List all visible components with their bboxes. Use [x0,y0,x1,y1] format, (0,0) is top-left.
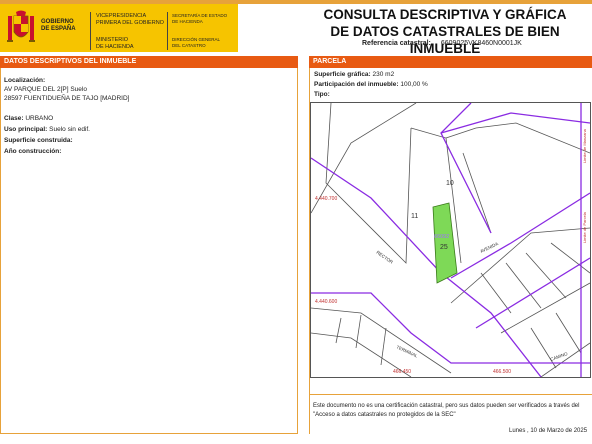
page-title: CONSULTA DESCRIPTIVA Y GRÁFICA DE DATOS … [323,7,567,56]
legend-2: Limite de Parcela [582,211,587,243]
document-page: GOBIERNO DE ESPAÑA VICEPRESIDENCIA PRIME… [0,0,592,444]
label-street4: TERMINAL [396,344,419,358]
direccion-text: DIRECCIÓN GENERAL DEL CATASTRO [172,37,221,48]
parcel-highlight [432,202,458,284]
legend-1: Limite de Manzana [582,128,587,163]
label-10: 10 [446,180,454,187]
cadastral-map[interactable]: 11 10 25 66092 4.440.700 4.440.600 466.4… [310,102,591,378]
label-code4: 466.500 [493,369,511,375]
coat-of-arms-icon [7,10,35,42]
referencia-catastral: Referencia catastral: 6609025VK8460N0001J… [362,40,522,47]
label-11: 11 [411,213,418,220]
localizacion-line2: 28597 FUENTIDUEÑA DE TAJO [MADRID] [4,95,130,102]
participacion-field: Participación del inmueble: 100,00 % [314,81,428,88]
label-code2: 4.440.600 [315,299,337,305]
section-header-parcela: PARCELA [309,56,592,68]
clase-field: Clase: URBANO [4,115,54,122]
section-header-datos: DATOS DESCRIPTIVOS DEL INMUEBLE [0,56,298,68]
ref-value: 6609025VK8460N0001JK [440,40,522,47]
superficie-grafica-field: Superficie gráfica: 230 m2 [314,71,395,78]
document-date: Lunes , 10 de Marzo de 2025 [509,428,588,434]
vicepresidencia-text: VICEPRESIDENCIA PRIMERA DEL GOBIERNO [96,13,164,26]
superficie-field: Superficie construida: [4,137,73,144]
superficie-grafica-value: 230 m2 [372,71,395,78]
label-street2: RECTOR [375,250,394,265]
label-code1: 4.440.700 [315,196,337,202]
ref-label: Referencia catastral: [362,40,431,47]
map-drawing: 11 10 25 66092 4.440.700 4.440.600 466.4… [311,103,590,377]
ministerio-text: MINISTERIO DE HACIENDA [96,37,134,50]
secretaria-text: SECRETARÍA DE ESTADO DE HACIENDA [172,13,228,24]
label-parcel: 66092 [434,234,449,240]
clase-value: URBANO [25,115,54,122]
divider [167,12,168,50]
uso-field: Uso principal: Suelo sin edif. [4,126,90,133]
disclaimer-note: Este documento no es una certificación c… [313,403,580,418]
label-code3: 466.450 [393,369,411,375]
divider [90,12,91,50]
participacion-value: 100,00 % [400,81,428,88]
tipo-field: Tipo: [314,91,330,98]
gobierno-text: GOBIERNO DE ESPAÑA [41,19,76,32]
anio-field: Año construcción: [4,148,62,155]
label-street3: CAMINO [550,351,569,362]
gobierno-logo-block: GOBIERNO DE ESPAÑA VICEPRESIDENCIA PRIME… [0,4,238,52]
localizacion-label: Localización: [4,77,46,84]
label-25: 25 [440,244,448,251]
divider [309,394,592,395]
uso-value: Suelo sin edif. [49,126,90,133]
localizacion-line1: AV PARQUE DEL 2[P] Suelo [4,86,87,93]
